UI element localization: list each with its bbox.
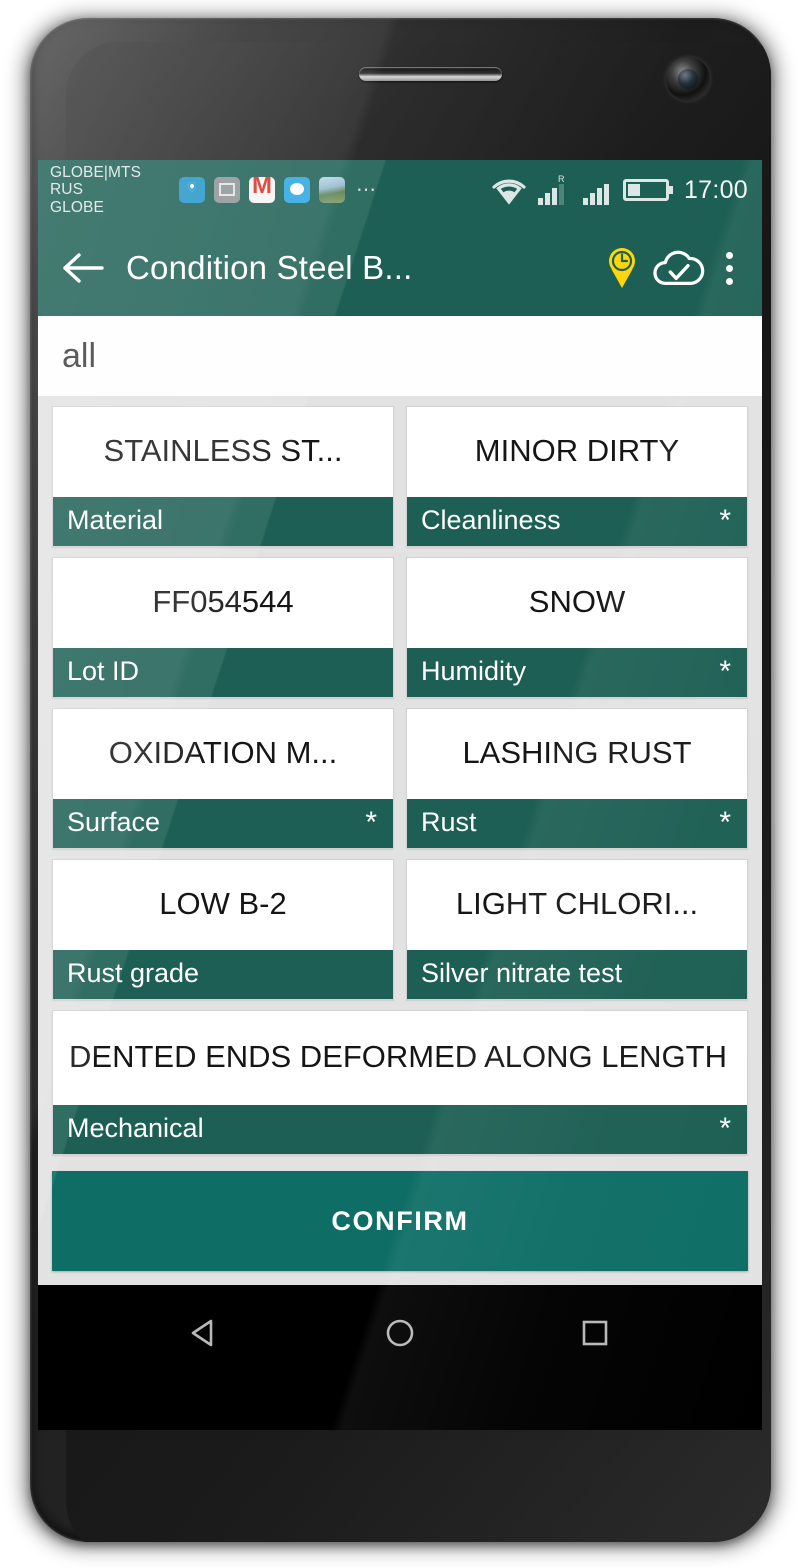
more-notifications-icon: ⋯: [356, 179, 378, 201]
required-marker: *: [365, 805, 377, 839]
confirm-button[interactable]: CONFIRM: [52, 1171, 748, 1271]
property-card-value: LIGHT CHLORI...: [455, 886, 699, 921]
earpiece-speaker-icon: [359, 67, 502, 81]
property-card-label: Rust grade: [67, 958, 200, 988]
required-marker: *: [719, 503, 731, 537]
cloud-check-icon: [653, 250, 705, 285]
signal-sim1-icon: R: [537, 174, 565, 205]
property-card-label-row: Cleanliness *: [407, 497, 747, 546]
overflow-menu-icon: [725, 264, 733, 272]
property-card-value: LOW B-2: [159, 886, 287, 921]
property-card-label: Material: [67, 505, 164, 535]
chat-icon: [284, 177, 310, 203]
property-card[interactable]: LOW B-2 Rust grade*: [52, 859, 394, 1000]
property-card-value: DENTED ENDS DEFORMED ALONG LENGTH: [69, 1039, 727, 1074]
photo-thumbnail-icon: [319, 177, 345, 203]
property-card-label-row: Silver nitrate test*: [407, 950, 747, 999]
cloud-sync-button[interactable]: [650, 240, 706, 296]
nav-back-button[interactable]: [169, 1297, 241, 1369]
svg-text:R: R: [558, 174, 565, 184]
property-card[interactable]: MINOR DIRTY Cleanliness *: [406, 406, 748, 547]
property-card-value: MINOR DIRTY: [474, 433, 680, 468]
back-button[interactable]: [58, 242, 110, 294]
nav-home-button[interactable]: [364, 1297, 436, 1369]
property-card-label: Humidity: [421, 656, 527, 686]
property-card[interactable]: STAINLESS ST... Material*: [52, 406, 394, 547]
carrier-label: GLOBE|MTS RUS GLOBE: [50, 163, 142, 216]
status-bar-right: R 17:00: [490, 173, 748, 207]
battery-icon: [622, 179, 673, 201]
property-card-label: Lot ID: [67, 656, 140, 686]
property-card-label-row: Rust *: [407, 799, 747, 848]
required-marker: *: [719, 654, 731, 688]
nav-recents-button[interactable]: [559, 1297, 631, 1369]
property-card-label-row: Mechanical *: [53, 1105, 747, 1154]
property-card-value: FF054544: [152, 584, 294, 619]
property-card-value: OXIDATION M...: [108, 735, 338, 770]
property-card-value: LASHING RUST: [462, 735, 692, 770]
home-nav-icon: [386, 1319, 414, 1347]
filter-bar[interactable]: all: [38, 316, 762, 396]
back-nav-icon: [192, 1319, 213, 1347]
android-nav-bar: [38, 1285, 762, 1381]
property-card-label: Cleanliness: [421, 505, 561, 535]
status-bar-clock: 17:00: [683, 175, 748, 204]
gmail-icon: [249, 177, 275, 203]
phone-mockup: GLOBE|MTS RUS GLOBE ⋯ R: [0, 0, 801, 1568]
property-card-value: STAINLESS ST...: [103, 433, 343, 468]
property-card-label-row: Surface *: [53, 799, 393, 848]
property-card[interactable]: OXIDATION M... Surface *: [52, 708, 394, 849]
maps-pin-icon: [179, 177, 205, 203]
property-card[interactable]: LASHING RUST Rust *: [406, 708, 748, 849]
required-marker: *: [719, 805, 731, 839]
overflow-menu-icon: [725, 277, 733, 285]
content-area: STAINLESS ST...Material*MINOR DIRTYClean…: [38, 396, 762, 1285]
location-pin-button[interactable]: [594, 240, 650, 296]
page-title: Condition Steel B...: [126, 249, 413, 286]
property-card[interactable]: SNOW Humidity *: [406, 557, 748, 698]
overflow-menu-button[interactable]: [712, 251, 746, 285]
property-card-label-row: Lot ID*: [53, 648, 393, 697]
property-card-label-row: Humidity *: [407, 648, 747, 697]
wifi-icon: [492, 179, 526, 205]
recents-nav-icon: [582, 1320, 607, 1346]
property-card[interactable]: FF054544 Lot ID*: [52, 557, 394, 698]
property-card-label: Mechanical: [67, 1113, 204, 1143]
property-card[interactable]: LIGHT CHLORI... Silver nitrate test*: [406, 859, 748, 1000]
location-pin-icon: [609, 248, 635, 288]
property-card-grid: STAINLESS ST...Material*MINOR DIRTYClean…: [52, 406, 748, 1155]
property-card[interactable]: DENTED ENDS DEFORMED ALONG LENGTH Mechani…: [52, 1010, 748, 1155]
filter-value: all: [62, 336, 97, 375]
property-card-label-row: Material*: [53, 497, 393, 546]
property-card-label: Rust: [421, 807, 477, 837]
property-card-label: Silver nitrate test: [421, 958, 623, 988]
property-card-value: SNOW: [528, 584, 626, 619]
app-bar: Condition Steel B...: [38, 220, 762, 316]
notification-icon-tray[interactable]: ⋯: [179, 177, 378, 203]
property-card-label-row: Rust grade*: [53, 950, 393, 999]
status-bar: GLOBE|MTS RUS GLOBE ⋯ R: [38, 160, 762, 220]
front-camera-icon: [666, 57, 710, 101]
required-marker: *: [719, 1111, 731, 1145]
overflow-menu-icon: [725, 251, 733, 259]
property-card-label: Surface: [67, 807, 161, 837]
photo-icon: [214, 177, 240, 203]
signal-sim2-icon: [582, 184, 609, 205]
arrow-left-icon: [63, 253, 104, 283]
phone-screen: GLOBE|MTS RUS GLOBE ⋯ R: [38, 160, 762, 1430]
